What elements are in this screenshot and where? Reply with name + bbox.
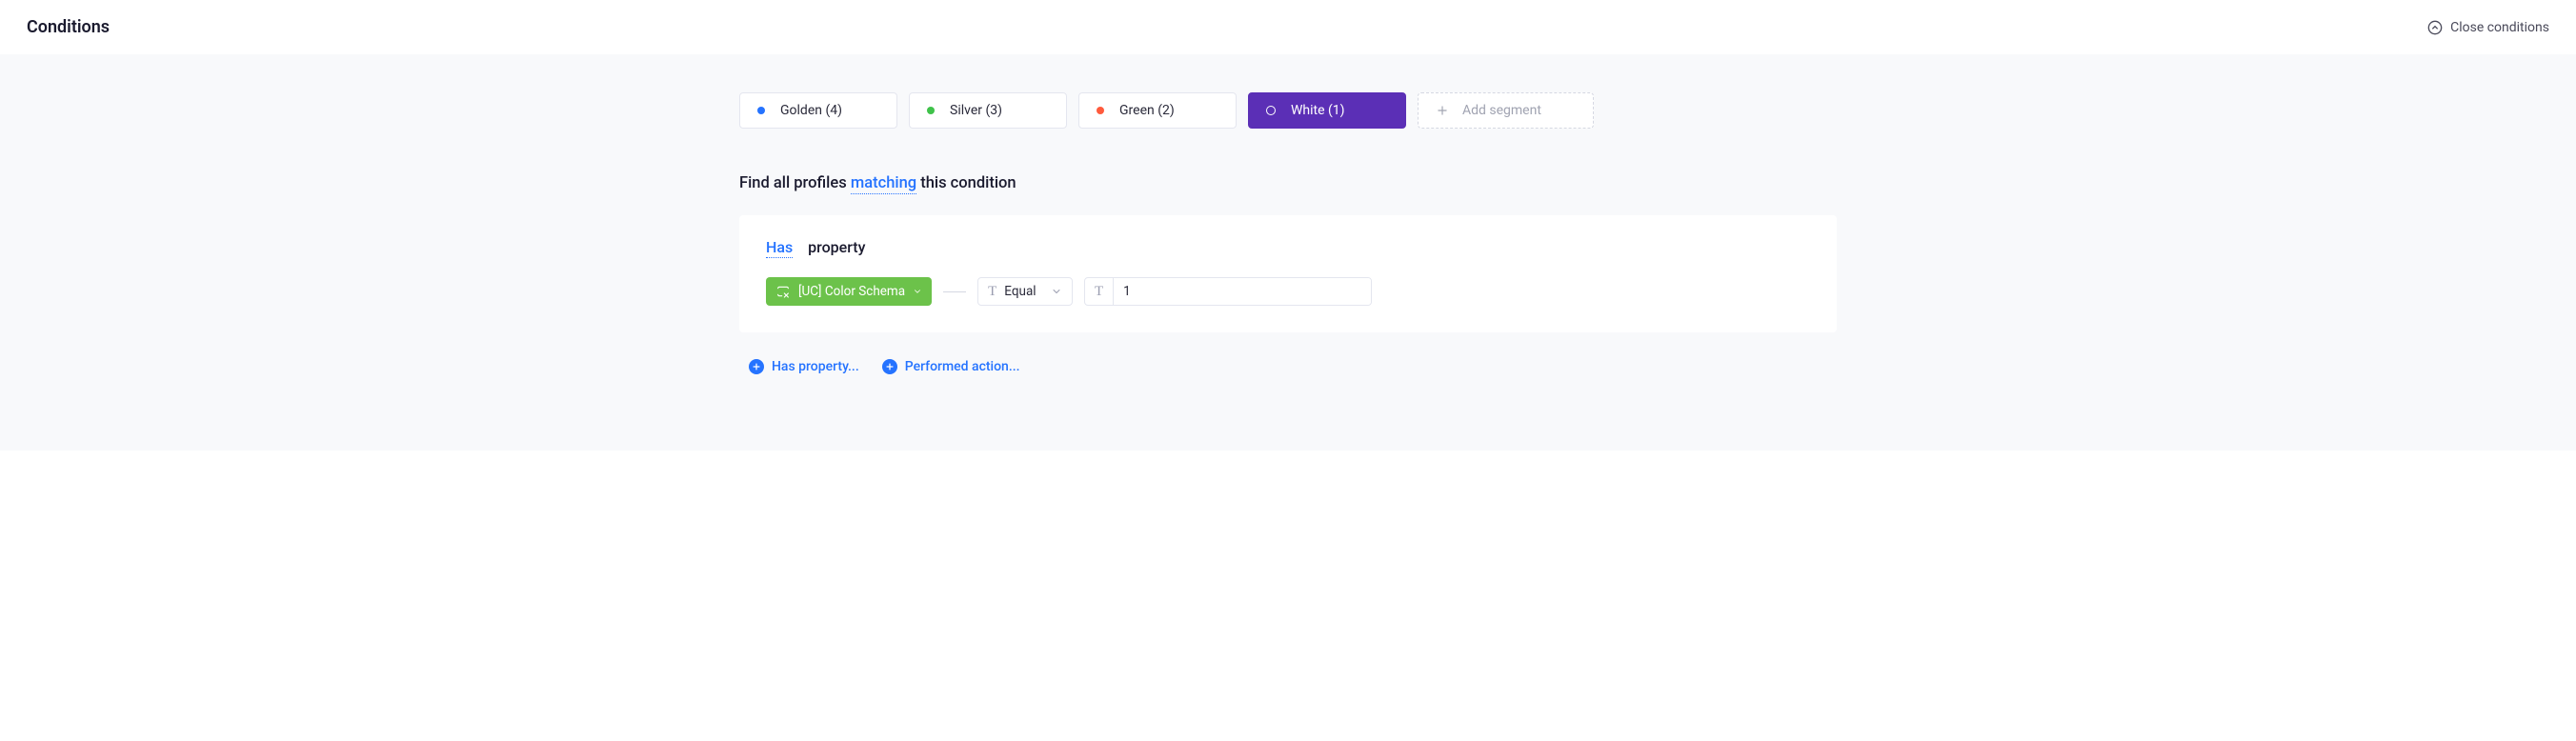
formula-icon	[775, 284, 791, 299]
condition-sentence: Find all profiles matching this conditio…	[739, 174, 1837, 192]
main-area: Golden (4) Silver (3) Green (2) White (1…	[0, 54, 2576, 451]
value-input[interactable]	[1114, 278, 1371, 305]
segment-tab-golden[interactable]: Golden (4)	[739, 92, 897, 129]
segment-label: White (1)	[1291, 103, 1345, 118]
chevron-down-icon	[1051, 286, 1062, 297]
dot-icon	[1097, 107, 1104, 114]
plus-icon	[1436, 104, 1449, 117]
close-conditions-label: Close conditions	[2450, 20, 2549, 35]
segment-label: Green (2)	[1119, 103, 1175, 118]
dot-icon	[757, 107, 765, 114]
dot-icon	[927, 107, 935, 114]
condition-row: [UC] Color Schema T Equal T	[766, 277, 1810, 306]
header: Conditions Close conditions	[0, 0, 2576, 54]
text-type-icon: T	[988, 284, 996, 300]
text-type-icon: T	[1085, 278, 1114, 305]
plus-circle-icon	[882, 359, 897, 374]
performed-action-label: Performed action...	[905, 359, 1020, 374]
property-label: property	[808, 238, 865, 256]
chevron-down-icon	[913, 287, 922, 296]
segment-tab-silver[interactable]: Silver (3)	[909, 92, 1067, 129]
sentence-suffix: this condition	[916, 174, 1016, 192]
plus-circle-icon	[749, 359, 764, 374]
add-has-property-button[interactable]: Has property...	[749, 359, 859, 374]
ring-icon	[1266, 106, 1276, 115]
segment-tab-white[interactable]: White (1)	[1248, 92, 1406, 129]
has-property-label: Has property...	[772, 359, 859, 374]
collapse-icon	[2427, 20, 2443, 35]
condition-card: Has property [UC] Color Schema	[739, 215, 1837, 332]
value-input-group: T	[1084, 277, 1372, 306]
matching-toggle[interactable]: matching	[851, 174, 916, 194]
sentence-prefix: Find all profiles	[739, 174, 851, 192]
add-segment-label: Add segment	[1462, 103, 1541, 118]
operator-label: Equal	[1004, 284, 1036, 299]
property-chip[interactable]: [UC] Color Schema	[766, 277, 932, 306]
segment-tab-green[interactable]: Green (2)	[1078, 92, 1237, 129]
add-condition-actions: Has property... Performed action...	[739, 359, 1837, 374]
operator-select[interactable]: T Equal	[977, 277, 1073, 306]
segment-label: Golden (4)	[780, 103, 842, 118]
property-chip-label: [UC] Color Schema	[798, 284, 905, 299]
segment-label: Silver (3)	[950, 103, 1002, 118]
add-performed-action-button[interactable]: Performed action...	[882, 359, 1020, 374]
add-segment-button[interactable]: Add segment	[1418, 92, 1594, 129]
close-conditions-button[interactable]: Close conditions	[2427, 20, 2549, 35]
page-title: Conditions	[27, 17, 110, 37]
connector-line	[943, 291, 966, 292]
has-toggle[interactable]: Has	[766, 238, 793, 258]
condition-header: Has property	[766, 238, 1810, 256]
segment-tabs: Golden (4) Silver (3) Green (2) White (1…	[739, 92, 1837, 129]
